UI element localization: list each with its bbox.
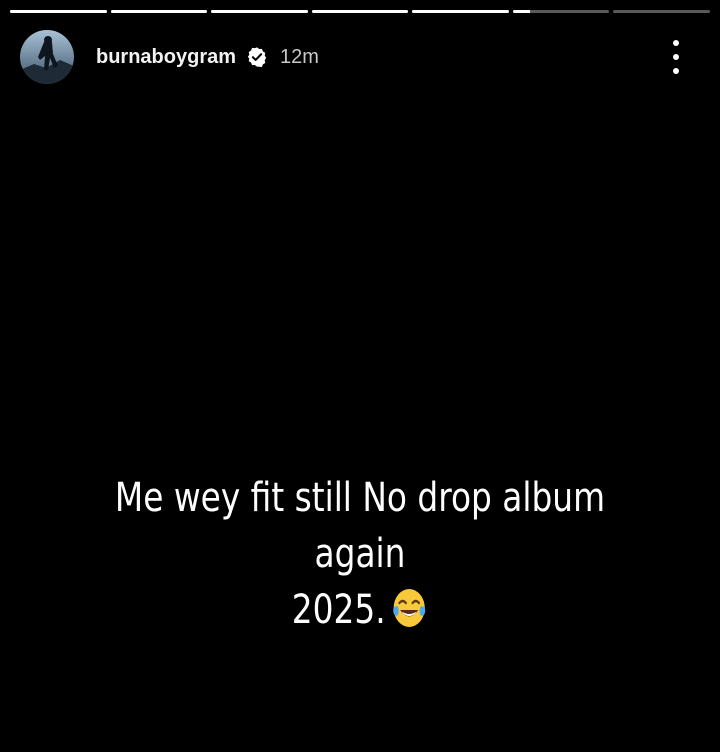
story-progress-segment [512,10,610,13]
story-progress-fill [211,10,308,13]
story-progress-segment [613,10,711,13]
story-progress-fill [311,10,409,13]
story-progress-fill [412,10,509,13]
story-progress-segment [311,10,409,13]
story-progress-fill [512,10,531,13]
username[interactable]: burnaboygram [96,46,236,69]
verified-badge-icon [246,46,268,68]
avatar[interactable] [20,30,74,84]
story-timestamp: 12m [280,45,319,68]
caption-year: 2025. [291,587,386,633]
story-progress-fill [10,10,107,13]
more-vertical-icon[interactable] [666,40,686,74]
story-progress-segment [211,10,308,13]
caption-line-2: 2025. [98,582,623,646]
story-progress-fill [110,10,208,13]
story-header: burnaboygram 12m [20,30,700,84]
story-progress-bar [10,10,711,13]
story-progress-segment [10,10,107,13]
story-progress-segment [110,10,208,13]
story-progress-segment [412,10,509,13]
tears-of-joy-emoji-icon [391,585,429,646]
caption-line-1: Me wey fit still No drop album again [114,475,606,577]
story-caption: Me wey fit still No drop album again 202… [98,470,623,646]
